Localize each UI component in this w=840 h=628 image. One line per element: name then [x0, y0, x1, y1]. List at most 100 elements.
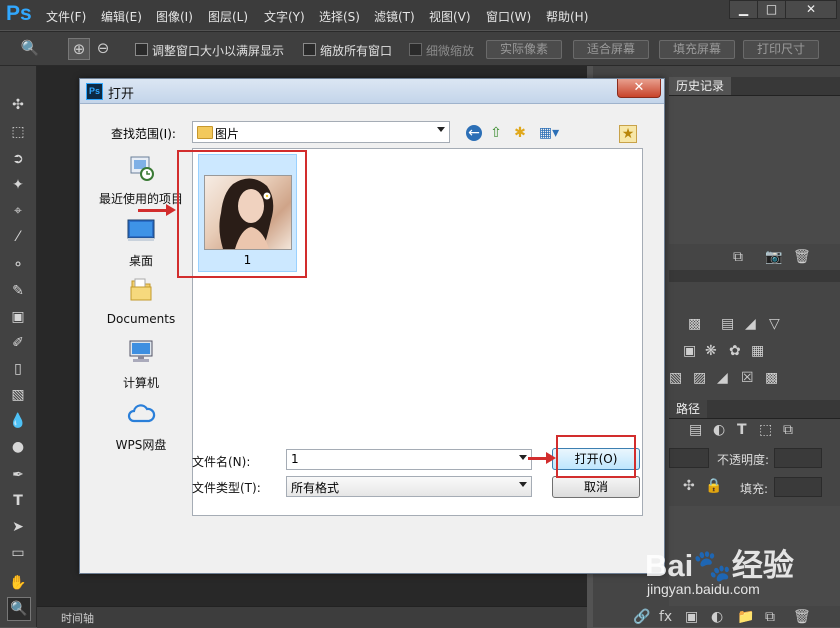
menu-edit[interactable]: 编辑(E) — [101, 8, 142, 25]
marquee-tool-icon[interactable]: ⬚ — [7, 121, 29, 143]
fit-screen-button[interactable]: 适合屏幕 — [573, 40, 649, 59]
fill-screen-button[interactable]: 填充屏幕 — [659, 40, 735, 59]
trash-icon[interactable]: 🗑 — [793, 249, 811, 265]
favorites-folder-icon[interactable]: ★ — [619, 125, 637, 143]
zoom-all-checkbox[interactable] — [303, 43, 316, 56]
smart-object-filter-icon[interactable]: ⧉ — [783, 422, 793, 438]
zoom-out-icon[interactable]: ⊖ — [93, 38, 113, 58]
color-balance-icon[interactable]: ▣ — [683, 343, 696, 359]
color-lookup-icon[interactable]: ▦ — [751, 343, 764, 359]
scrubby-zoom-checkbox[interactable] — [409, 43, 422, 56]
blend-mode-select[interactable] — [669, 448, 709, 468]
adjustments-panel-header — [669, 270, 840, 282]
opacity-field[interactable] — [774, 448, 822, 468]
gradient-tool-icon[interactable]: ▧ — [7, 384, 29, 406]
gradient-map-icon[interactable]: ▽ — [769, 316, 780, 332]
cancel-button[interactable]: 取消 — [552, 476, 640, 498]
brush-tool-icon[interactable]: ✎ — [7, 280, 29, 302]
posterize-icon[interactable]: ▨ — [693, 370, 706, 386]
timeline-label[interactable]: 时间轴 — [61, 610, 94, 626]
fx-icon[interactable]: fx — [659, 609, 672, 625]
text-filter-icon[interactable]: T — [737, 422, 747, 438]
link-layers-icon[interactable]: 🔗 — [633, 609, 650, 625]
dodge-tool-icon[interactable]: ● — [7, 436, 29, 458]
shape-tool-icon[interactable]: ▭ — [7, 542, 29, 564]
new-snapshot-icon[interactable]: ⧉ — [733, 249, 743, 265]
menu-window[interactable]: 窗口(W) — [486, 8, 531, 25]
crop-tool-icon[interactable]: ⌖ — [7, 200, 29, 222]
selective-color-icon[interactable]: ☒ — [741, 370, 754, 386]
menu-image[interactable]: 图像(I) — [156, 8, 193, 25]
zoom-tool-icon[interactable]: 🔍 — [20, 38, 40, 58]
group-folder-icon[interactable]: 📁 — [737, 609, 754, 625]
zoom-in-icon[interactable]: ⊕ — [68, 38, 90, 60]
move-tool-icon[interactable]: ✣ — [7, 94, 29, 116]
filename-input[interactable]: 1 — [286, 449, 532, 470]
minimize-button[interactable]: ▁ — [729, 0, 758, 19]
adjustment-layer-icon[interactable]: ◐ — [711, 609, 723, 625]
eraser-tool-icon[interactable]: ▯ — [7, 358, 29, 380]
gradient-fill-icon[interactable]: ▩ — [765, 370, 778, 386]
zoom-all-label: 缩放所有窗口 — [320, 44, 393, 58]
dialog-close-button[interactable]: ✕ — [617, 79, 661, 98]
close-button[interactable]: ✕ — [785, 0, 837, 19]
look-in-select[interactable]: 图片 — [192, 121, 450, 143]
shape-filter-icon[interactable]: ⬚ — [759, 422, 772, 438]
place-computer[interactable]: 计算机 — [96, 337, 186, 391]
new-folder-icon[interactable]: ✱ — [512, 125, 528, 141]
chevron-down-icon — [437, 127, 445, 132]
view-menu-icon[interactable]: ▦▾ — [536, 125, 562, 141]
lock-position-icon[interactable]: ✣ — [683, 478, 695, 494]
resize-windows-checkbox[interactable] — [135, 43, 148, 56]
eyedropper-tool-icon[interactable]: ⁄ — [7, 226, 29, 248]
pixel-filter-icon[interactable]: ▤ — [689, 422, 702, 438]
filetype-select[interactable]: 所有格式 — [286, 476, 532, 497]
menu-help[interactable]: 帮助(H) — [546, 8, 588, 25]
delete-layer-icon[interactable]: 🗑 — [793, 609, 811, 625]
lasso-tool-icon[interactable]: ➲ — [7, 148, 29, 170]
healing-brush-tool-icon[interactable]: ⚬ — [7, 254, 29, 276]
actual-pixels-button[interactable]: 实际像素 — [486, 40, 562, 59]
channel-mixer-icon[interactable]: ✿ — [729, 343, 741, 359]
place-documents[interactable]: Documents — [96, 275, 186, 326]
adjustment-filter-icon[interactable]: ◐ — [713, 422, 725, 438]
print-size-button[interactable]: 打印尺寸 — [743, 40, 819, 59]
new-layer-icon[interactable]: ⧉ — [765, 609, 775, 625]
menu-type[interactable]: 文字(Y) — [264, 8, 305, 25]
zoom-tool-active-icon[interactable]: 🔍 — [7, 597, 31, 621]
camera-icon[interactable]: 📷 — [765, 249, 782, 265]
menu-filter[interactable]: 滤镜(T) — [374, 8, 415, 25]
menu-select[interactable]: 选择(S) — [319, 8, 360, 25]
magic-wand-tool-icon[interactable]: ✦ — [7, 174, 29, 196]
layer-mask-icon[interactable]: ▣ — [685, 609, 698, 625]
up-folder-icon[interactable]: ⇧ — [488, 125, 504, 141]
pen-tool-icon[interactable]: ✒ — [7, 464, 29, 486]
place-desktop[interactable]: 桌面 — [96, 215, 186, 269]
blur-tool-icon[interactable]: 💧 — [7, 410, 29, 432]
photo-filter-icon[interactable]: ❋ — [705, 343, 717, 359]
maximize-button[interactable]: □ — [757, 0, 786, 19]
annotation-arrow-head-2 — [546, 452, 556, 464]
exposure-icon[interactable]: ◢ — [745, 316, 756, 332]
menu-file[interactable]: 文件(F) — [46, 8, 86, 25]
brightness-icon[interactable]: ▩ — [688, 316, 701, 332]
place-recent[interactable]: 最近使用的项目 — [96, 153, 186, 207]
path-selection-tool-icon[interactable]: ➤ — [7, 516, 29, 538]
invert-icon[interactable]: ▧ — [669, 370, 682, 386]
tab-history[interactable]: 历史记录 — [669, 77, 732, 95]
type-tool-icon[interactable]: T — [7, 490, 29, 512]
threshold-icon[interactable]: ◢ — [717, 370, 728, 386]
history-brush-tool-icon[interactable]: ✐ — [7, 332, 29, 354]
stamp-tool-icon[interactable]: ▣ — [7, 306, 29, 328]
back-icon[interactable]: ← — [466, 125, 482, 141]
menu-view[interactable]: 视图(V) — [429, 8, 471, 25]
lock-all-icon[interactable]: 🔒 — [705, 478, 722, 494]
place-desktop-label: 桌面 — [128, 254, 153, 268]
chevron-down-icon — [519, 482, 527, 487]
menu-layer[interactable]: 图层(L) — [208, 8, 248, 25]
tab-paths[interactable]: 路径 — [669, 400, 708, 418]
place-wps-cloud[interactable]: WPS网盘 — [96, 399, 186, 453]
curves-icon[interactable]: ▤ — [721, 316, 734, 332]
fill-field[interactable] — [774, 477, 822, 497]
hand-tool-icon[interactable]: ✋ — [7, 572, 29, 594]
